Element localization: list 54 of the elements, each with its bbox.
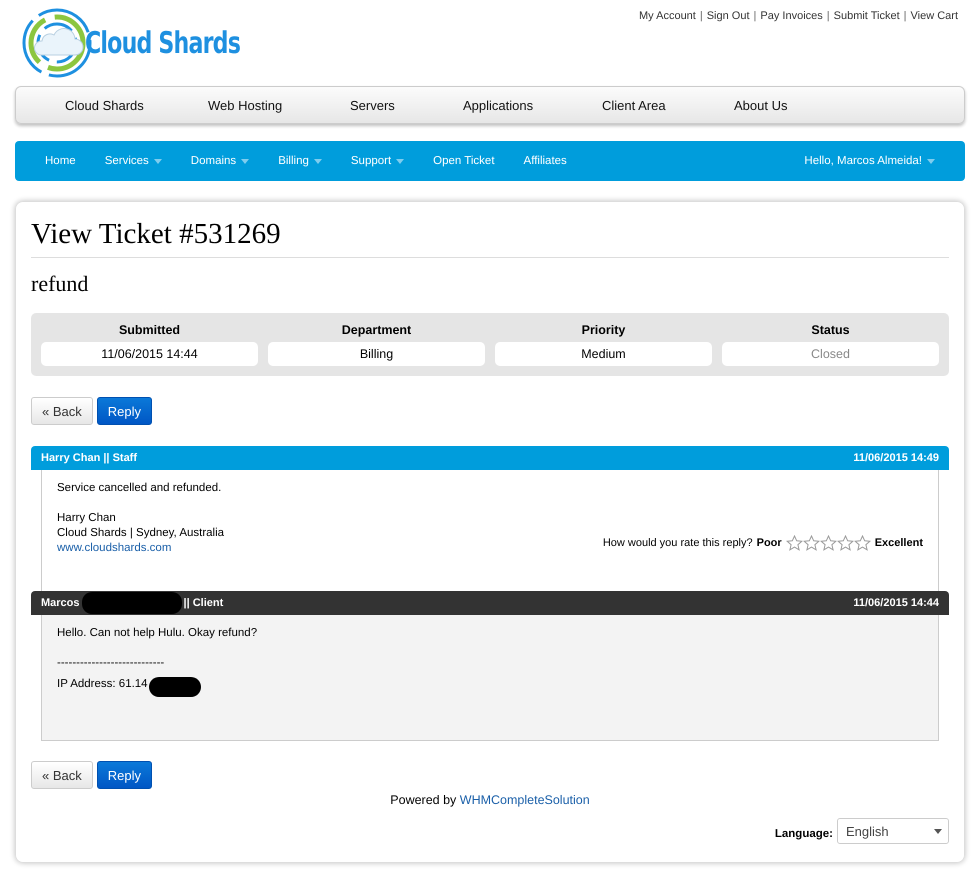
message-date: 11/06/2015 14:44 xyxy=(853,597,939,609)
link-separator: | xyxy=(904,10,907,24)
main-menu-item[interactable]: Web Hosting xyxy=(208,98,350,112)
star-icon[interactable] xyxy=(802,535,820,551)
language-label: Language: xyxy=(774,828,833,840)
main-menu-item[interactable]: About Us xyxy=(734,98,877,112)
top-link[interactable]: Pay Invoices xyxy=(760,10,823,86)
rating-low-label: Poor xyxy=(756,537,782,549)
back-button[interactable]: « Back xyxy=(31,397,93,425)
info-label: Priority xyxy=(580,323,626,337)
info-label: Status xyxy=(810,323,851,337)
back-button[interactable]: « Back xyxy=(31,761,93,789)
message-text: Service cancelled and refunded. xyxy=(57,481,222,496)
website-link[interactable]: www.cloudshards.com xyxy=(57,541,224,556)
main-menu-item[interactable]: Applications xyxy=(463,98,602,112)
ticket-subject: refund xyxy=(31,271,90,297)
rating-question: How would you rate this reply? xyxy=(602,537,753,549)
language-select[interactable]: English xyxy=(837,818,949,844)
message-text: Cloud Shards | Sydney, Australia xyxy=(57,526,224,541)
powered-by-link[interactable]: WHMCompleteSolution xyxy=(460,793,590,807)
top-link[interactable]: My Account xyxy=(639,10,696,86)
main-menu-item[interactable]: Cloud Shards xyxy=(65,98,208,112)
star-icon[interactable] xyxy=(854,535,871,551)
info-value: Billing xyxy=(268,342,485,366)
top-link[interactable]: Submit Ticket xyxy=(834,10,900,86)
link-separator: | xyxy=(754,10,756,24)
reply-button[interactable]: Reply xyxy=(96,761,152,789)
main-menu-item[interactable]: Servers xyxy=(350,98,463,112)
page-title: View Ticket #531269 xyxy=(31,216,949,258)
powered-by-text: Powered by xyxy=(390,793,456,807)
caret-icon xyxy=(934,828,942,834)
message-text: IP Address: 61.14 xyxy=(57,676,148,692)
main-menu-item[interactable]: Client Area xyxy=(602,98,734,112)
message-author: Harry Chan || Staff xyxy=(41,452,138,464)
message-role: || Client xyxy=(184,597,224,609)
info-label: Submitted xyxy=(118,323,182,337)
info-value: Medium xyxy=(495,342,712,366)
message-text: Hello. Can not help Hulu. Okay refund? xyxy=(57,626,258,641)
rating-high-label: Excellent xyxy=(874,537,923,549)
star-icon[interactable] xyxy=(836,535,854,551)
link-separator: | xyxy=(700,10,703,24)
reply-button[interactable]: Reply xyxy=(96,397,152,425)
info-value: 11/06/2015 14:44 xyxy=(41,342,258,366)
top-link[interactable]: View Cart xyxy=(910,10,958,86)
message-text: ---------------------------- xyxy=(57,656,164,671)
link-separator: | xyxy=(826,10,830,24)
info-label: Department xyxy=(340,323,412,337)
info-value: Closed xyxy=(722,342,939,366)
top-link[interactable]: Sign Out xyxy=(706,10,750,86)
star-icon[interactable] xyxy=(820,535,837,551)
message-text: Harry Chan xyxy=(57,511,116,526)
message-date: 11/06/2015 14:49 xyxy=(853,452,939,464)
message-author: Marcos xyxy=(41,597,80,609)
star-icon[interactable] xyxy=(786,535,803,551)
